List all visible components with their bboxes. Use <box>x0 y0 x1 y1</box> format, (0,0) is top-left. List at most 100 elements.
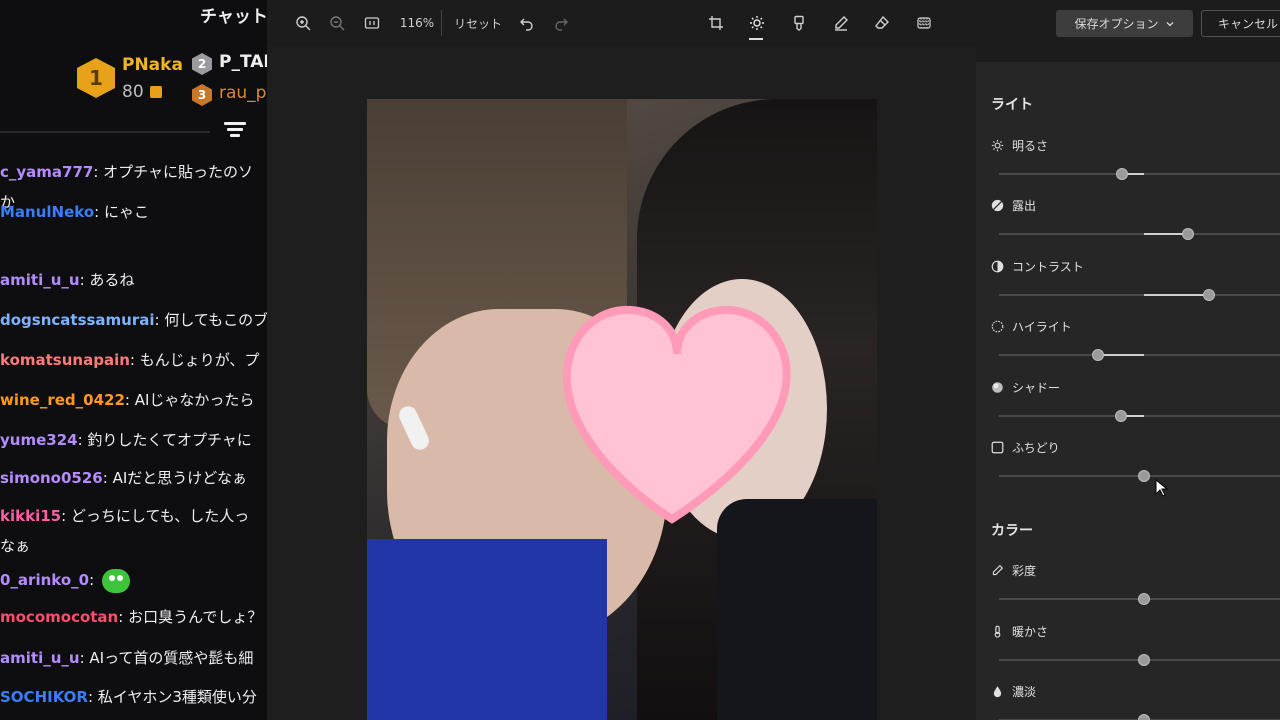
warmth-slider-thumb[interactable] <box>1138 654 1150 666</box>
highlights-slider-thumb[interactable] <box>1091 349 1104 361</box>
chat-message: amiti_u_u: AIって首の質感や髭も細 <box>0 646 267 670</box>
chat-message-text: : AIだと思うけどなぁ <box>102 469 247 487</box>
chat-message: mocomocotan: お口臭うんでしょ？ <box>0 605 267 629</box>
contrast-slider[interactable] <box>999 289 1280 301</box>
leaderboard-first-score: 80 <box>122 82 162 102</box>
chat-panel: チャット 1 PNaka 80 2 P_TAI 3 rau_p c_yama77… <box>0 0 267 720</box>
save-options-button[interactable]: 保存オプション <box>1056 10 1193 37</box>
chat-message-text: : 私イヤホン3種類使い分 <box>87 688 257 706</box>
heart-sticker-icon <box>562 305 791 524</box>
brightness-label: 明るさ <box>991 137 1048 154</box>
erase-icon[interactable] <box>872 12 892 34</box>
exposure-slider-thumb[interactable] <box>1181 228 1194 240</box>
chat-message: c_yama777: オプチャに貼ったのソ <box>0 160 267 184</box>
chat-username[interactable]: mocomocotan <box>0 608 118 626</box>
brightness-slider[interactable] <box>999 168 1280 180</box>
adjust-light-icon[interactable] <box>747 12 767 34</box>
chat-username[interactable]: c_yama777 <box>0 163 93 181</box>
edited-photo[interactable] <box>367 99 877 720</box>
adjustment-panel: ライト カラー 明るさ 露出 コントラスト ハイライト シャドー ふちどり 彩度 暖かさ 濃淡 <box>976 62 1280 720</box>
fit-to-screen-icon[interactable] <box>362 12 382 34</box>
tint-slider-thumb[interactable] <box>1138 714 1150 720</box>
editor-toolbar: 116% リセット 保存オプション キャンセル <box>267 0 1280 46</box>
toolbar-divider <box>441 10 442 36</box>
filter-icon[interactable] <box>789 12 809 34</box>
green-blob-emote-icon <box>102 568 131 593</box>
reset-button[interactable]: リセット <box>451 12 505 34</box>
highlights-slider-fill <box>1097 354 1144 356</box>
contrast-slider-thumb[interactable] <box>1203 289 1216 301</box>
chat-username[interactable]: 0_arinko_0 <box>0 571 89 589</box>
vignette-label: ふちどり <box>991 439 1060 456</box>
chat-message-text: : お口臭うんでしょ？ <box>118 608 263 626</box>
rank-3-badge: 3 <box>192 84 212 106</box>
collapse-leaderboard-icon[interactable] <box>224 122 246 140</box>
thermometer-icon <box>991 625 1004 638</box>
background-blur-icon[interactable] <box>914 12 934 34</box>
leaderboard-score-value: 80 <box>122 82 144 102</box>
vignette-label-text: ふちどり <box>1012 441 1060 455</box>
chat-message-text: : もんじょりが、プ <box>129 351 260 369</box>
color-section-title: カラー <box>991 523 1033 539</box>
zoom-out-icon[interactable] <box>327 12 347 34</box>
chat-username[interactable]: SOCHIKOR <box>0 688 88 706</box>
chat-username[interactable]: kikki15 <box>0 507 61 525</box>
chat-message-text: : オプチャに貼ったのソ <box>93 163 254 181</box>
chat-username[interactable]: wine_red_0422 <box>0 391 125 409</box>
image-canvas[interactable] <box>267 46 976 720</box>
cancel-button[interactable]: キャンセル <box>1201 10 1280 37</box>
saturation-slider[interactable] <box>999 593 1280 605</box>
photo-figure-right-hoodie <box>717 499 877 720</box>
markup-pen-icon[interactable] <box>831 12 851 34</box>
chat-title: チャット <box>200 7 267 27</box>
shadows-label: シャドー <box>991 379 1060 396</box>
active-tool-indicator <box>749 38 763 40</box>
zoom-in-icon[interactable] <box>293 12 313 34</box>
chat-username[interactable]: komatsunapain <box>0 351 130 369</box>
exposure-icon <box>991 199 1004 212</box>
highlights-icon <box>991 320 1004 333</box>
chat-message: ManulNeko: にゃこ <box>0 200 267 224</box>
brightness-label-text: 明るさ <box>1012 139 1049 153</box>
chat-username[interactable]: amiti_u_u <box>0 649 80 667</box>
exposure-slider[interactable] <box>999 228 1280 240</box>
chat-username[interactable]: ManulNeko <box>0 203 94 221</box>
shadows-slider[interactable] <box>999 410 1280 422</box>
photo-editor: 116% リセット 保存オプション キャンセル ライト カラー 明るさ 露出 コ… <box>267 0 1280 720</box>
warmth-slider[interactable] <box>999 654 1280 666</box>
saturation-slider-thumb[interactable] <box>1138 593 1150 605</box>
chat-message-text: : どっちにしても、した人っ <box>61 507 250 525</box>
undo-icon[interactable] <box>517 12 537 34</box>
redo-icon[interactable] <box>551 12 571 34</box>
photo-figure-left-shirt <box>367 539 607 720</box>
shadows-icon <box>991 381 1004 394</box>
warmth-label-text: 暖かさ <box>1012 625 1049 639</box>
vignette-slider-thumb[interactable] <box>1138 470 1150 482</box>
highlights-slider[interactable] <box>999 349 1280 361</box>
sun-icon <box>991 139 1004 152</box>
chat-username[interactable]: amiti_u_u <box>0 271 80 289</box>
contrast-slider-fill <box>1144 294 1210 296</box>
leaderboard-third-name[interactable]: rau_p <box>219 83 266 103</box>
highlights-label-text: ハイライト <box>1012 320 1072 334</box>
leaderboard-first-name[interactable]: PNaka <box>122 55 183 75</box>
chat-message-text: : AIって首の質感や髭も細 <box>79 649 254 667</box>
crop-icon[interactable] <box>706 12 726 34</box>
chat-message: 0_arinko_0: <box>0 568 267 593</box>
chat-message-text: : あるね <box>79 271 135 289</box>
contrast-label: コントラスト <box>991 258 1084 275</box>
chat-username[interactable]: dogsncatssamurai <box>0 311 155 329</box>
exposure-slider-fill <box>1144 233 1188 235</box>
chat-username[interactable]: yume324 <box>0 431 78 449</box>
bits-icon <box>149 86 162 98</box>
rank-2-badge: 2 <box>192 53 212 75</box>
warmth-label: 暖かさ <box>991 623 1048 640</box>
saturation-label-text: 彩度 <box>1012 564 1037 578</box>
contrast-icon <box>991 260 1004 273</box>
leaderboard-second-name[interactable]: P_TAI <box>219 52 267 72</box>
eyedropper-icon <box>991 564 1004 577</box>
brightness-slider-thumb[interactable] <box>1116 168 1129 180</box>
shadows-slider-thumb[interactable] <box>1114 410 1127 422</box>
chat-username[interactable]: simono0526 <box>0 469 103 487</box>
vignette-slider[interactable] <box>999 470 1280 482</box>
